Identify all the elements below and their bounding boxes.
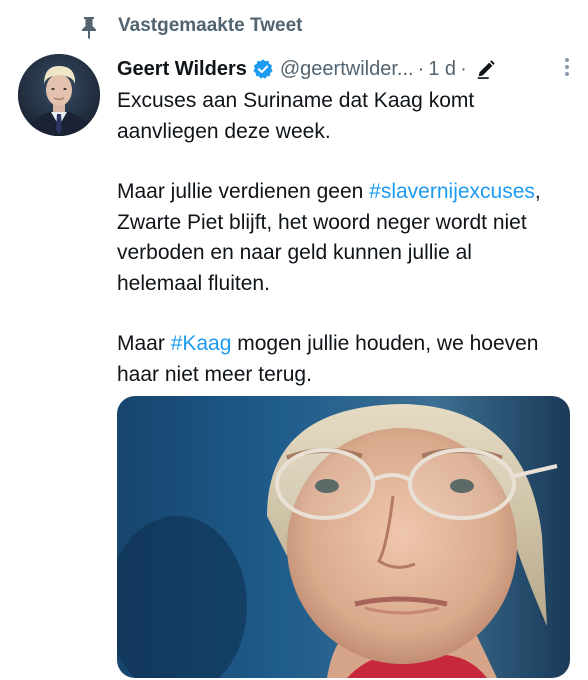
more-vertical-icon[interactable]: [565, 58, 569, 76]
pinned-tweet-label: Vastgemaakte Tweet: [118, 15, 303, 36]
pinned-indicator: Vastgemaakte Tweet: [78, 12, 302, 42]
pencil-icon[interactable]: [475, 58, 497, 80]
tweet-media-image[interactable]: [117, 396, 570, 678]
separator-dot: ·: [460, 57, 467, 80]
tweet-paragraph: Excuses aan Suriname dat Kaag komt aanvl…: [117, 86, 557, 147]
tweet-paragraph: Maar #Kaag mogen jullie houden, we hoeve…: [117, 329, 557, 390]
tweet-paragraph-3-text: Maar: [117, 332, 171, 355]
tweet-paragraph: Maar jullie verdienen geen #slavernijexc…: [117, 177, 557, 299]
hashtag-link-kaag[interactable]: #Kaag: [171, 332, 232, 355]
pin-icon: [78, 13, 100, 41]
tweet-header: Geert Wilders @geertwilder... · 1 d ·: [117, 54, 577, 84]
tweet-timestamp[interactable]: 1 d: [428, 58, 456, 81]
tweet-paragraph-2-text: Maar jullie verdienen geen: [117, 180, 370, 203]
author-handle[interactable]: @geertwilder...: [280, 58, 414, 81]
tweet-text: Excuses aan Suriname dat Kaag komt aanvl…: [117, 86, 557, 420]
hashtag-link-slavernijexcuses[interactable]: #slavernijexcuses: [369, 180, 535, 203]
author-name[interactable]: Geert Wilders: [117, 58, 247, 81]
verified-badge-icon: [252, 58, 274, 80]
separator-dot: ·: [417, 57, 425, 80]
tweet-paragraph-1-text: Excuses aan Suriname dat Kaag komt aanvl…: [117, 89, 475, 143]
avatar[interactable]: [18, 54, 100, 136]
